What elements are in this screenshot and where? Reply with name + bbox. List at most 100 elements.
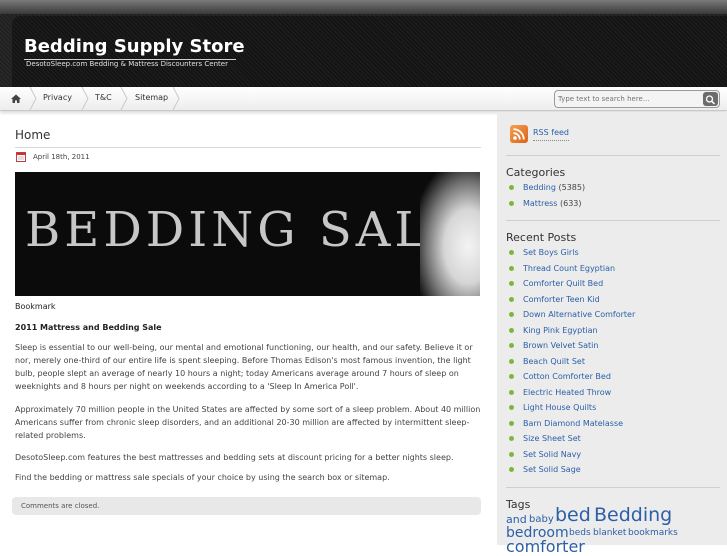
- recent-post-link[interactable]: Set Solid Navy: [523, 450, 581, 459]
- recent-post-link[interactable]: Comforter Teen Kid: [523, 295, 600, 304]
- banner-image-face: [420, 172, 480, 296]
- nav-item-tc[interactable]: T&C: [95, 87, 112, 110]
- nav-separator: [172, 87, 180, 110]
- header-top-strip: [0, 0, 727, 14]
- sidebar-divider: [506, 155, 720, 156]
- recent-post-link[interactable]: King Pink Egyptian: [523, 326, 598, 335]
- post-paragraph: Sleep is essential to our well-being, ou…: [15, 343, 473, 391]
- site-title[interactable]: Bedding Supply Store: [24, 36, 245, 58]
- recent-post-link[interactable]: Light House Quilts: [523, 403, 596, 412]
- post-paragraph: DesotoSleep.com features the best mattre…: [15, 453, 454, 462]
- bullet-icon: [509, 389, 514, 395]
- recent-post-link[interactable]: Comforter Quilt Bed: [523, 279, 603, 288]
- list-item[interactable]: Mattress (633): [506, 196, 585, 212]
- categories-title: Categories: [506, 166, 566, 179]
- sidebar-divider: [506, 487, 720, 488]
- bullet-icon: [509, 312, 514, 317]
- home-icon: [11, 94, 21, 103]
- sidebar-divider: [506, 220, 720, 221]
- nav-separator: [29, 87, 37, 110]
- tag-link[interactable]: comforter: [506, 539, 585, 555]
- bullet-icon: [509, 358, 514, 364]
- bedding-sale-banner: BEDDING SALE: [15, 172, 480, 296]
- tag-link[interactable]: Bedding: [594, 506, 672, 525]
- rss-feed-link[interactable]: RSS feed: [533, 126, 569, 141]
- categories-list: Bedding (5385) Mattress (633): [506, 180, 585, 211]
- nav-separator: [81, 87, 89, 110]
- search-box: [554, 90, 720, 108]
- list-item[interactable]: Comforter Quilt Bed: [506, 276, 635, 292]
- recent-post-link[interactable]: Down Alternative Comforter: [523, 310, 635, 319]
- post-heading: 2011 Mattress and Bedding Sale: [15, 323, 162, 332]
- page-title[interactable]: Home: [15, 127, 50, 143]
- list-item[interactable]: King Pink Egyptian: [506, 323, 635, 339]
- list-item[interactable]: Electric Heated Throw: [506, 385, 635, 401]
- recent-post-link[interactable]: Cotton Comforter Bed: [523, 372, 611, 381]
- search-icon: [705, 95, 716, 105]
- category-count: (633): [560, 198, 582, 208]
- nav-item-privacy[interactable]: Privacy: [43, 87, 72, 110]
- comments-status-box: Comments are closed.: [12, 497, 481, 515]
- list-item[interactable]: Bedding (5385): [506, 180, 585, 196]
- recent-post-link[interactable]: Barn Diamond Matelasse: [523, 419, 623, 428]
- tag-link[interactable]: bookmarks: [628, 529, 678, 538]
- list-item[interactable]: Cotton Comforter Bed: [506, 369, 635, 385]
- recent-posts-title: Recent Posts: [506, 231, 577, 244]
- nav-separator: [120, 87, 128, 110]
- bullet-icon: [509, 420, 514, 426]
- tag-link[interactable]: and: [506, 514, 527, 525]
- list-item[interactable]: Set Solid Sage: [506, 462, 635, 478]
- recent-post-link[interactable]: Electric Heated Throw: [523, 388, 611, 397]
- recent-post-link[interactable]: Size Sheet Set: [523, 434, 581, 443]
- list-item[interactable]: Thread Count Egyptian: [506, 261, 635, 277]
- list-item[interactable]: Set Solid Navy: [506, 447, 635, 463]
- recent-post-link[interactable]: Brown Velvet Satin: [523, 341, 598, 350]
- bullet-icon: [509, 436, 514, 441]
- category-link[interactable]: Mattress: [523, 199, 557, 208]
- search-button[interactable]: [703, 92, 718, 106]
- bullet-icon: [509, 467, 514, 472]
- home-button[interactable]: [5, 87, 27, 110]
- bullet-icon: [509, 374, 514, 379]
- nav-item-sitemap[interactable]: Sitemap: [135, 87, 168, 110]
- list-item[interactable]: Comforter Teen Kid: [506, 292, 635, 308]
- recent-post-link[interactable]: Thread Count Egyptian: [523, 264, 615, 273]
- bookmark-link[interactable]: Bookmark: [15, 300, 481, 313]
- list-item[interactable]: Brown Velvet Satin: [506, 338, 635, 354]
- recent-posts-list: Set Boys Girls Thread Count Egyptian Com…: [506, 245, 635, 478]
- tag-link[interactable]: blanket: [593, 529, 626, 538]
- category-link[interactable]: Bedding: [523, 183, 556, 192]
- bullet-icon: [509, 343, 514, 348]
- bullet-icon: [509, 281, 514, 286]
- recent-post-link[interactable]: Set Solid Sage: [523, 465, 581, 474]
- tag-link[interactable]: baby: [529, 515, 554, 525]
- title-divider: [15, 147, 481, 148]
- bullet-icon: [509, 327, 514, 333]
- date-text: April 18th, 2011: [33, 153, 90, 161]
- list-item[interactable]: Set Boys Girls: [506, 245, 635, 261]
- list-item[interactable]: Light House Quilts: [506, 400, 635, 416]
- tags-title: Tags: [506, 498, 531, 511]
- list-item[interactable]: Down Alternative Comforter: [506, 307, 635, 323]
- bullet-icon: [509, 200, 514, 206]
- rss-icon[interactable]: [510, 125, 528, 143]
- bullet-icon: [509, 185, 514, 190]
- list-item[interactable]: Size Sheet Set: [506, 431, 635, 447]
- tag-link[interactable]: bed: [555, 506, 591, 525]
- bullet-icon: [509, 405, 514, 410]
- rss-feed-icon: [513, 128, 525, 140]
- category-count: (5385): [558, 183, 586, 192]
- post-paragraph: Approximately 70 million people in the U…: [15, 405, 481, 440]
- comments-status: Comments are closed.: [21, 502, 100, 510]
- bullet-icon: [509, 451, 514, 457]
- calendar-icon: [16, 152, 26, 162]
- list-item[interactable]: Beach Quilt Set: [506, 354, 635, 370]
- recent-post-link[interactable]: Set Boys Girls: [523, 248, 579, 257]
- search-input[interactable]: [558, 91, 698, 107]
- site-description: DesotoSleep.com Bedding & Mattress Disco…: [26, 60, 228, 68]
- banner-text: BEDDING SALE: [25, 202, 470, 258]
- bullet-icon: [509, 265, 514, 271]
- recent-post-link[interactable]: Beach Quilt Set: [523, 357, 585, 366]
- bullet-icon: [509, 296, 514, 302]
- list-item[interactable]: Barn Diamond Matelasse: [506, 416, 635, 432]
